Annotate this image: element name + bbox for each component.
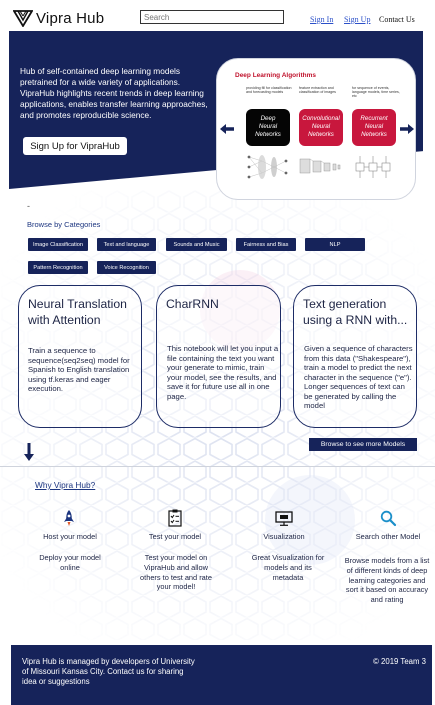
feature-test-description: Test your model on VipraHub and allow ot… — [140, 553, 212, 592]
brand-name: Vipra Hub — [36, 9, 105, 27]
sign-up-link[interactable]: Sign Up — [344, 15, 370, 24]
carousel-prev-arrow-icon[interactable] — [220, 124, 234, 134]
browse-categories-heading: Browse by Categories — [27, 220, 101, 229]
rocket-icon — [64, 510, 74, 526]
monitor-icon — [275, 511, 293, 526]
section-divider — [0, 466, 435, 467]
model-description: Train a sequence to sequence(seq2seq) mo… — [28, 346, 130, 393]
search-input[interactable] — [140, 10, 284, 24]
sign-up-button[interactable]: Sign Up for VipraHub — [23, 137, 127, 155]
feature-host-description: Deploy your model online — [39, 553, 101, 572]
model-description: Given a sequence of characters from this… — [304, 344, 413, 410]
carousel-next-arrow-icon[interactable] — [400, 124, 414, 134]
dnn-label-2: Neural — [258, 123, 278, 130]
why-vipra-hub-link[interactable]: Why Vipra Hub? — [35, 480, 95, 490]
rnn-box[interactable]: Recurrent Neural Networks — [352, 109, 396, 146]
model-title: CharRNN — [166, 297, 219, 311]
dnn-caption: providing fill for classification and fo… — [246, 86, 292, 95]
vipra-logo-icon — [13, 10, 33, 27]
cnn-caption: feature extraction and classification of… — [299, 86, 336, 95]
top-navigation-bar: Vipra Hub Sign In Sign Up Contact Us — [0, 0, 435, 31]
logo[interactable]: Vipra Hub — [13, 9, 104, 27]
hero-description: Hub of self-contained deep learning mode… — [20, 66, 208, 120]
model-card-neural-translation[interactable]: Neural Translation with Attention Train … — [18, 285, 142, 428]
footer: Vipra Hub is managed by developers of Un… — [11, 645, 432, 705]
rnn-label-3: Networks — [361, 131, 387, 138]
rnn-caption: for sequence of events, language models,… — [352, 86, 400, 99]
model-card-text-generation[interactable]: Text generation using a RNN with... Give… — [293, 285, 417, 428]
cnn-label-2: Neural — [311, 123, 331, 130]
model-description: This notebook will let you input a file … — [167, 344, 279, 401]
browse-more-models-button[interactable]: Browse to see more Models — [309, 438, 417, 451]
category-image-classification[interactable]: Image Classification — [28, 238, 88, 251]
dnn-label-1: Deep — [260, 115, 276, 122]
footer-about-text: Vipra Hub is managed by developers of Un… — [22, 657, 195, 686]
rnn-label-2: Neural — [364, 123, 384, 130]
category-voice-recognition[interactable]: Voice Recognition — [97, 261, 156, 274]
category-text-and-language[interactable]: Text and language — [97, 238, 156, 251]
dnn-diagram-thumbnail — [247, 155, 288, 179]
feature-visualization-title: Visualization — [263, 532, 305, 541]
feature-search-description: Browse models from a list of different k… — [344, 556, 430, 605]
category-pattern-recognition[interactable]: Pattern Recognition — [28, 261, 88, 274]
feature-search-title: Search other Model — [355, 532, 421, 541]
model-card-charrnn[interactable]: CharRNN This notebook will let you input… — [156, 285, 281, 428]
category-sounds-and-music[interactable]: Sounds and Music — [166, 238, 227, 251]
cnn-diagram-thumbnail — [299, 158, 341, 174]
feature-visualization-description: Great Visualization for models and its m… — [251, 553, 325, 582]
sign-in-link[interactable]: Sign In — [310, 15, 333, 24]
footer-copyright: © 2019 Team 3 — [373, 657, 426, 666]
cnn-label-3: Networks — [308, 131, 334, 138]
dnn-box[interactable]: Deep Neural Networks — [246, 109, 290, 146]
checklist-icon — [168, 509, 182, 527]
feature-test-title: Test your model — [148, 532, 202, 541]
scroll-down-arrow-icon[interactable] — [24, 443, 34, 461]
model-title: Text generation using a RNN with... — [303, 297, 408, 327]
category-fairness-and-bias[interactable]: Fairness and Bias — [236, 238, 296, 251]
rnn-diagram-thumbnail — [355, 156, 391, 178]
cnn-box[interactable]: Convolutional Neural Networks — [299, 109, 343, 146]
contact-us-link[interactable]: Contact Us — [379, 15, 415, 24]
rnn-label-1: Recurrent — [360, 115, 388, 122]
deep-learning-algorithms-card: Deep Learning Algorithms providing fill … — [216, 58, 416, 200]
category-nlp[interactable]: NLP — [305, 238, 365, 251]
page: Vipra Hub Sign In Sign Up Contact Us Hub… — [0, 0, 435, 705]
dnn-label-3: Networks — [255, 131, 281, 138]
algorithms-title: Deep Learning Algorithms — [235, 72, 317, 79]
model-title: Neural Translation with Attention — [28, 297, 127, 327]
feature-host-title: Host your model — [43, 532, 97, 541]
cnn-label-1: Convolutional — [302, 115, 340, 122]
section-dash: - — [27, 201, 30, 211]
search-icon — [380, 510, 396, 527]
